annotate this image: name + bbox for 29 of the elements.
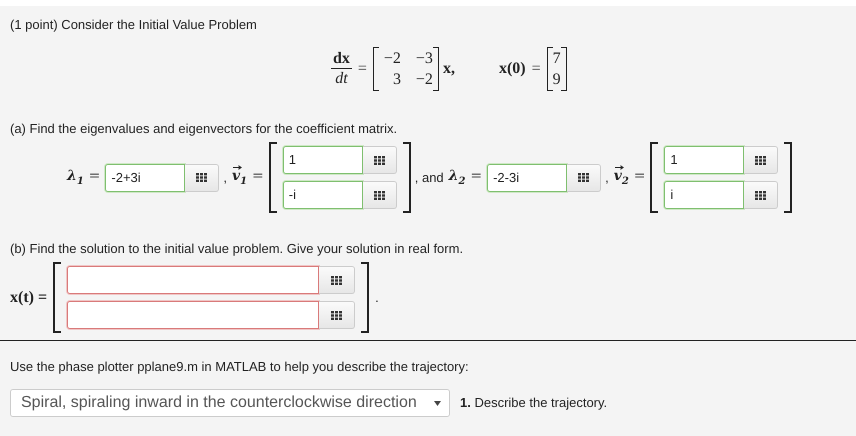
part-b-prompt: (b) Find the solution to the initial value problem. Give your solution in real form.	[10, 241, 464, 257]
math-label: v$_{1}$ =	[232, 168, 264, 187]
vector-variable: x,	[442, 60, 455, 78]
answer-field[interactable]: i	[664, 181, 744, 209]
connector-text: ,	[223, 170, 228, 185]
solution-label: x(t) =	[10, 288, 48, 306]
connector-text: ,	[605, 170, 609, 185]
math-label: λ$_{1}$ =	[67, 168, 100, 187]
answer-field[interactable]: 1	[282, 146, 363, 174]
initial-condition-label: x(0)	[498, 60, 526, 78]
initial-vector: 7 9	[546, 47, 567, 91]
part-a-prompt: (a) Find the eigenvalues and eigenvectors for the coefficient matrix.	[10, 121, 398, 137]
denominator: dt	[335, 68, 348, 88]
answer-field[interactable]: -i	[282, 181, 363, 209]
period: .	[375, 290, 379, 305]
question-label: 1. Describe the trajectory.	[460, 395, 608, 411]
numerator: dx	[331, 50, 352, 68]
part-c-prompt: Use the phase plotter pplane9.m in MATLAB to help you describe the trajectory:	[10, 359, 470, 375]
equals-sign: =	[358, 60, 367, 78]
answer-field[interactable]: -2-3i	[487, 164, 568, 192]
answer-field[interactable]: -2+3i	[105, 164, 186, 192]
math-label: v$_{2}$ =	[614, 168, 646, 187]
problem-header: (1 point) Consider the Initial Value Problem	[10, 17, 258, 33]
math-label: λ$_{2}$ =	[448, 168, 482, 187]
connector-text: , and	[414, 170, 444, 185]
equals-sign: =	[532, 60, 541, 78]
coefficient-matrix: −2 −3 3 −2	[372, 47, 439, 91]
answer-field[interactable]: 1	[664, 146, 744, 174]
trajectory-dropdown[interactable]: Spiral, spiraling inward in the counterclockwise direction	[10, 389, 450, 417]
